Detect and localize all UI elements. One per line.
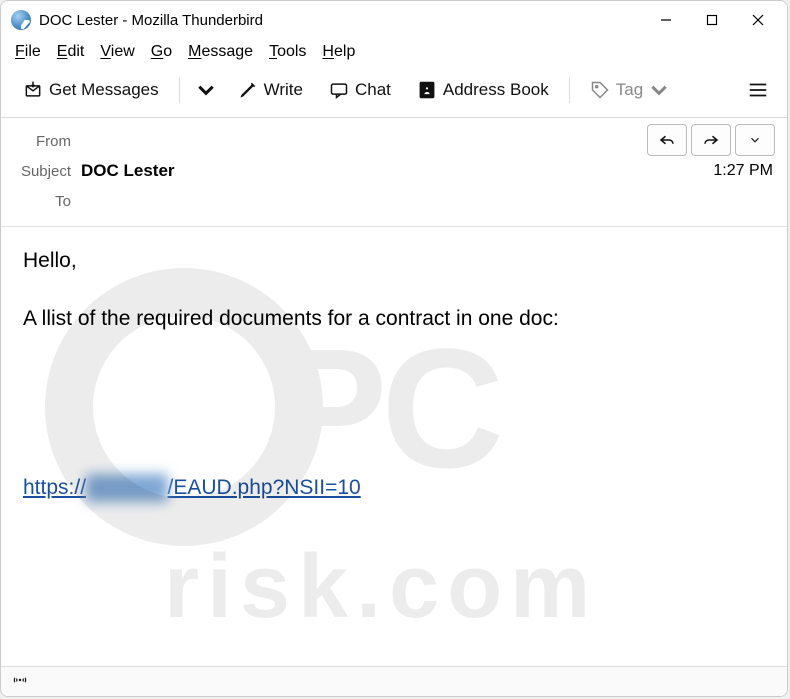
- hamburger-icon: [747, 79, 769, 101]
- body-line1: A llist of the required documents for a …: [23, 305, 765, 333]
- subject-label: Subject: [9, 163, 81, 180]
- tag-icon: [590, 80, 610, 100]
- menu-edit[interactable]: Edit: [57, 43, 85, 61]
- forward-icon: [702, 131, 720, 149]
- write-label: Write: [264, 80, 303, 100]
- pencil-icon: [238, 80, 258, 100]
- reply-icon: [658, 131, 676, 149]
- tag-button[interactable]: Tag: [580, 74, 679, 106]
- forward-button[interactable]: [691, 124, 731, 156]
- menubar: File Edit View Go Message Tools Help: [1, 39, 787, 67]
- status-online-icon[interactable]: [11, 671, 29, 692]
- thunderbird-icon: [11, 10, 31, 30]
- chevron-down-icon: [649, 80, 669, 100]
- write-button[interactable]: Write: [228, 74, 313, 106]
- chat-icon: [329, 80, 349, 100]
- from-label: From: [9, 133, 81, 150]
- menu-message[interactable]: Message: [188, 43, 253, 61]
- toolbar: Get Messages Write Chat Address Book Tag: [1, 67, 787, 118]
- menu-tools[interactable]: Tools: [269, 43, 306, 61]
- body-link[interactable]: https://xxxxxxx/EAUD.php?NSII=10: [23, 476, 361, 499]
- chat-button[interactable]: Chat: [319, 74, 401, 106]
- separator: [569, 77, 570, 103]
- titlebar: DOC Lester - Mozilla Thunderbird: [1, 1, 787, 39]
- window-title: DOC Lester - Mozilla Thunderbird: [39, 12, 263, 29]
- chevron-down-icon: [748, 133, 762, 147]
- more-actions-button[interactable]: [735, 124, 775, 156]
- menu-view[interactable]: View: [100, 43, 134, 61]
- link-suffix: /EAUD.php?NSII=10: [168, 476, 361, 499]
- address-book-button[interactable]: Address Book: [407, 74, 559, 106]
- to-label: To: [9, 193, 81, 210]
- message-headers: From Subject DOC Lester 1:27 PM To: [1, 118, 787, 227]
- subject-value: DOC Lester: [81, 161, 175, 181]
- message-time: 1:27 PM: [713, 162, 773, 180]
- watermark-bottom: risk.com: [164, 537, 598, 637]
- maximize-button[interactable]: [689, 4, 735, 36]
- get-messages-button[interactable]: Get Messages: [13, 74, 169, 106]
- message-body: Hello, A llist of the required documents…: [1, 227, 787, 666]
- statusbar: [1, 666, 787, 696]
- link-prefix: https://: [23, 476, 86, 499]
- menu-help[interactable]: Help: [322, 43, 355, 61]
- app-menu-button[interactable]: [739, 73, 777, 107]
- link-hidden: xxxxxxx: [86, 474, 168, 502]
- get-messages-label: Get Messages: [49, 80, 159, 100]
- close-button[interactable]: [735, 4, 781, 36]
- address-book-label: Address Book: [443, 80, 549, 100]
- inbox-download-icon: [23, 80, 43, 100]
- reply-button[interactable]: [647, 124, 687, 156]
- tag-label: Tag: [616, 80, 643, 100]
- get-messages-dropdown[interactable]: [190, 74, 222, 106]
- body-greeting: Hello,: [23, 247, 765, 275]
- address-book-icon: [417, 80, 437, 100]
- chat-label: Chat: [355, 80, 391, 100]
- menu-go[interactable]: Go: [151, 43, 172, 61]
- minimize-button[interactable]: [643, 4, 689, 36]
- separator: [179, 77, 180, 103]
- chevron-down-icon: [196, 80, 216, 100]
- menu-file[interactable]: File: [15, 43, 41, 61]
